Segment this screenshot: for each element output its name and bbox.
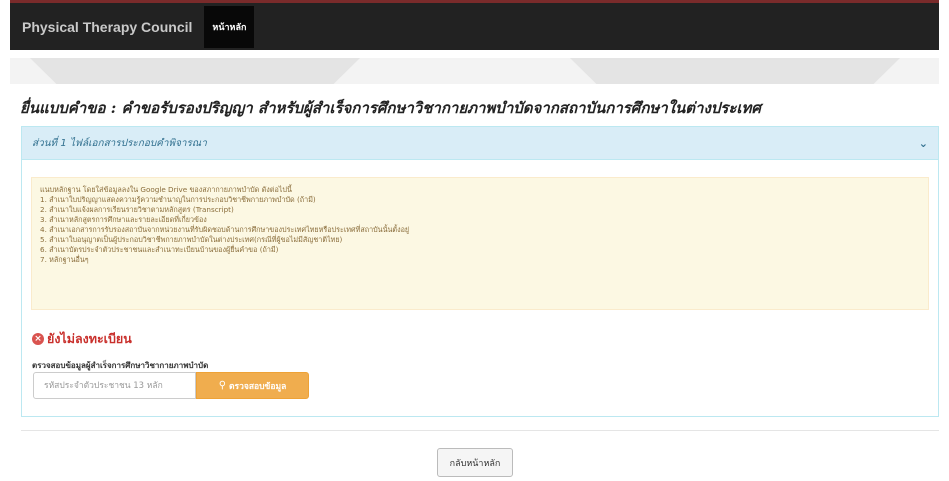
nav-home-link[interactable]: หน้าหลัก (204, 5, 255, 48)
top-navbar: Physical Therapy Council หน้าหลัก (10, 0, 939, 50)
alert-line: แนบหลักฐาน โดยใส่ข้อมูลลงใน Google Drive… (40, 185, 292, 194)
check-button-label: ตรวจสอบข้อมูล (229, 381, 287, 392)
navbar-brand[interactable]: Physical Therapy Council (22, 19, 192, 35)
alert-line: 2. สำเนาใบแจ้งผลการเรียนรายวิชาตามหลักสู… (40, 205, 234, 214)
banner-shape-right (570, 58, 900, 84)
panel-heading[interactable]: ส่วนที่ 1 ไฟล์เอกสารประกอบคำพิจารณา ⌄ (22, 127, 938, 160)
divider (21, 430, 939, 431)
citizen-id-input[interactable] (33, 372, 196, 399)
chevron-down-icon[interactable]: ⌄ (919, 137, 928, 150)
alert-line: 3. สำเนาหลักสูตรการศึกษาและรายละเอียดที่… (40, 215, 207, 224)
panel-title: ส่วนที่ 1 ไฟล์เอกสารประกอบคำพิจารณา (32, 137, 207, 149)
documents-panel: ส่วนที่ 1 ไฟล์เอกสารประกอบคำพิจารณา ⌄ แน… (21, 126, 939, 417)
search-icon: ⚲ (218, 380, 227, 391)
page-title: ยื่นแบบคำขอ : คำขอรับรองปริญญา สำหรับผู้… (20, 99, 761, 117)
check-graduate-label: ตรวจสอบข้อมูลผู้สำเร็จการศึกษาวิชากายภาพ… (32, 361, 209, 370)
required-documents-alert: แนบหลักฐาน โดยใส่ข้อมูลลงใน Google Drive… (31, 177, 929, 310)
decorative-banner (10, 58, 939, 84)
check-data-button[interactable]: ⚲ ตรวจสอบข้อมูล (196, 372, 309, 399)
times-circle-icon: × (32, 333, 44, 345)
alert-line: 6. สำเนาบัตรประจำตัวประชาชนและสำเนาทะเบี… (40, 245, 279, 254)
alert-line: 4. สำเนาเอกสารการรับรองสถาบันจากหน่วยงาน… (40, 225, 410, 234)
back-home-button[interactable]: กลับหน้าหลัก (437, 448, 513, 477)
alert-line: 5. สำเนาใบอนุญาตเป็นผู้ประกอบวิชาชีพกายภ… (40, 235, 343, 244)
status-text: ยังไม่ลงทะเบียน (47, 331, 132, 346)
alert-line: 7. หลักฐานอื่นๆ (40, 255, 89, 264)
alert-line: 1. สำเนาใบปริญญาแสดงความรู้ความชำนาญในกา… (40, 195, 316, 204)
banner-shape-left (30, 58, 360, 84)
registration-status: × ยังไม่ลงทะเบียน (32, 329, 132, 349)
